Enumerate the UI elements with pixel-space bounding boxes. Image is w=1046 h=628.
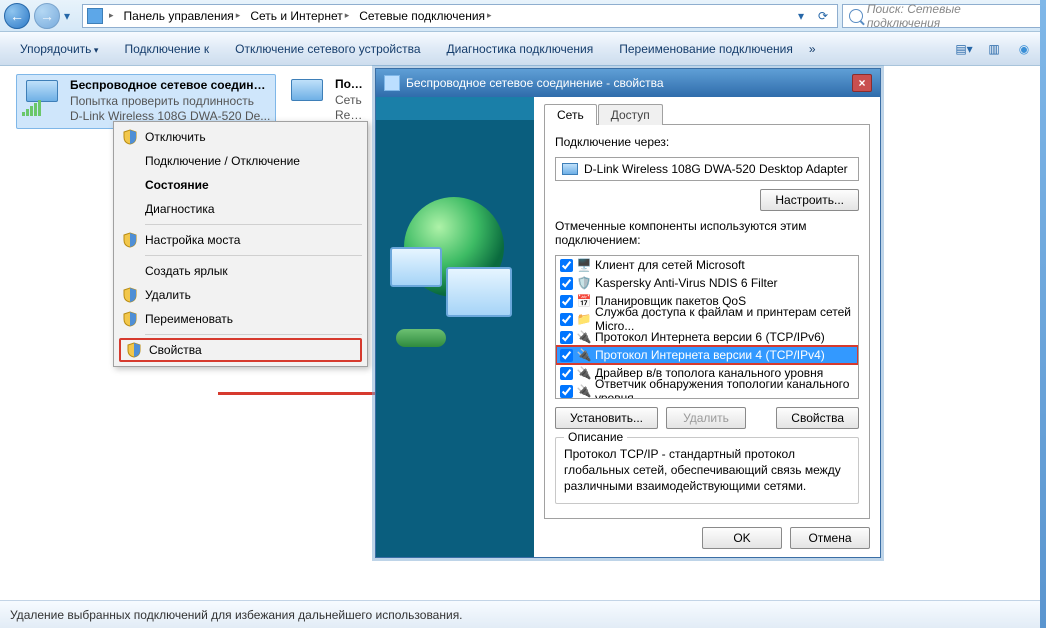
ctx-properties[interactable]: Свойства bbox=[119, 338, 362, 362]
status-text: Удаление выбранных подключений для избеж… bbox=[10, 608, 463, 622]
breadcrumb-2[interactable]: Сеть и Интернет ▸ bbox=[246, 5, 353, 27]
adapter-name: D-Link Wireless 108G DWA-520 Desktop Ada… bbox=[584, 162, 848, 176]
control-panel-icon bbox=[87, 8, 103, 24]
ctx-delete[interactable]: Удалить bbox=[117, 283, 364, 307]
configure-button[interactable]: Настроить... bbox=[760, 189, 859, 211]
component-item: 🖥️Клиент для сетей Microsoft bbox=[556, 256, 858, 274]
ctx-status[interactable]: Состояние bbox=[117, 173, 364, 197]
search-placeholder: Поиск: Сетевые подключения bbox=[867, 2, 1035, 30]
ctx-rename[interactable]: Переименовать bbox=[117, 307, 364, 331]
connection-tile-lan[interactable]: Подкл... Сеть Realtek... bbox=[282, 74, 372, 127]
description-legend: Описание bbox=[564, 430, 627, 444]
shield-icon bbox=[122, 232, 138, 248]
dialog-sidebar-image bbox=[376, 97, 534, 557]
service-icon: 🛡️ bbox=[577, 276, 591, 290]
client-icon: 🖥️ bbox=[577, 258, 591, 272]
preview-pane-button[interactable]: ▥ bbox=[982, 38, 1006, 60]
nav-history-dropdown[interactable]: ▾ bbox=[64, 9, 78, 23]
help-button[interactable]: ◉ bbox=[1012, 38, 1036, 60]
breadcrumb-1[interactable]: Панель управления ▸ bbox=[120, 5, 245, 27]
cmd-rename[interactable]: Переименование подключения bbox=[609, 38, 803, 60]
cancel-button[interactable]: Отмена bbox=[790, 527, 870, 549]
nav-forward-button[interactable]: → bbox=[34, 3, 60, 29]
protocol-icon: 🔌 bbox=[577, 366, 591, 380]
search-icon bbox=[849, 9, 863, 23]
window-right-border bbox=[1040, 0, 1046, 628]
tab-network[interactable]: Сеть bbox=[544, 104, 597, 125]
protocol-icon: 🔌 bbox=[577, 348, 591, 362]
service-icon: 📅 bbox=[577, 294, 591, 308]
breadcrumb-3[interactable]: Сетевые подключения ▸ bbox=[355, 5, 495, 27]
shield-icon bbox=[122, 287, 138, 303]
address-bar[interactable]: ▸ Панель управления ▸ Сеть и Интернет ▸ … bbox=[82, 4, 838, 28]
ok-button[interactable]: OK bbox=[702, 527, 782, 549]
service-icon: 📁 bbox=[577, 312, 591, 326]
dialog-title: Беспроводное сетевое соединение - свойст… bbox=[406, 76, 846, 90]
ctx-shortcut[interactable]: Создать ярлык bbox=[117, 259, 364, 283]
component-item: 🛡️Kaspersky Anti-Virus NDIS 6 Filter bbox=[556, 274, 858, 292]
description-text: Протокол TCP/IP - стандартный протокол г… bbox=[564, 446, 850, 495]
uninstall-button: Удалить bbox=[666, 407, 746, 429]
dialog-tabs: Сеть Доступ bbox=[544, 103, 870, 124]
adapter-icon bbox=[562, 163, 578, 175]
properties-dialog: Беспроводное сетевое соединение - свойст… bbox=[375, 68, 881, 558]
shield-icon bbox=[126, 342, 142, 358]
protocol-icon: 🔌 bbox=[577, 330, 591, 344]
tab-access[interactable]: Доступ bbox=[598, 104, 663, 125]
explorer-navbar: ← → ▾ ▸ Панель управления ▸ Сеть и Интер… bbox=[0, 0, 1046, 32]
cmd-disable-device[interactable]: Отключение сетевого устройства bbox=[225, 38, 430, 60]
components-label: Отмеченные компоненты используются этим … bbox=[555, 219, 859, 247]
ctx-disable[interactable]: Отключить bbox=[117, 125, 364, 149]
search-box[interactable]: Поиск: Сетевые подключения bbox=[842, 4, 1042, 28]
component-item-tcpipv4: 🔌Протокол Интернета версии 4 (TCP/IPv4) bbox=[556, 346, 858, 364]
refresh-button[interactable]: ⟳ bbox=[813, 9, 833, 23]
dialog-titlebar[interactable]: Беспроводное сетевое соединение - свойст… bbox=[376, 69, 880, 97]
close-button[interactable]: × bbox=[852, 74, 872, 92]
nav-back-button[interactable]: ← bbox=[4, 3, 30, 29]
adapter-box: D-Link Wireless 108G DWA-520 Desktop Ada… bbox=[555, 157, 859, 181]
ctx-toggle-connect[interactable]: Подключение / Отключение bbox=[117, 149, 364, 173]
wireless-icon bbox=[20, 78, 64, 118]
ctx-diagnose[interactable]: Диагностика bbox=[117, 197, 364, 221]
component-properties-button[interactable]: Свойства bbox=[776, 407, 859, 429]
command-bar: Упорядочить Подключение к Отключение сет… bbox=[0, 32, 1046, 66]
tab-panel-network: Подключение через: D-Link Wireless 108G … bbox=[544, 124, 870, 519]
cmd-organize[interactable]: Упорядочить bbox=[10, 38, 108, 60]
lan-icon bbox=[285, 77, 329, 117]
view-options-button[interactable]: ▤▾ bbox=[952, 38, 976, 60]
connect-via-label: Подключение через: bbox=[555, 135, 859, 149]
shield-icon bbox=[122, 311, 138, 327]
component-item: 🔌Ответчик обнаружения топологии канально… bbox=[556, 382, 858, 399]
address-dropdown[interactable]: ▾ bbox=[791, 9, 811, 23]
protocol-icon: 🔌 bbox=[577, 384, 591, 398]
cmd-diagnose[interactable]: Диагностика подключения bbox=[437, 38, 604, 60]
component-item: 🔌Протокол Интернета версии 6 (TCP/IPv6) bbox=[556, 328, 858, 346]
shield-icon bbox=[122, 129, 138, 145]
description-fieldset: Описание Протокол TCP/IP - стандартный п… bbox=[555, 437, 859, 504]
cmd-connect-to[interactable]: Подключение к bbox=[114, 38, 219, 60]
ctx-bridge[interactable]: Настройка моста bbox=[117, 228, 364, 252]
components-list[interactable]: 🖥️Клиент для сетей Microsoft 🛡️Kaspersky… bbox=[555, 255, 859, 399]
context-menu: Отключить Подключение / Отключение Состо… bbox=[113, 121, 368, 367]
status-bar: Удаление выбранных подключений для избеж… bbox=[0, 600, 1046, 628]
network-icon bbox=[384, 75, 400, 91]
component-item: 📁Служба доступа к файлам и принтерам сет… bbox=[556, 310, 858, 328]
install-button[interactable]: Установить... bbox=[555, 407, 658, 429]
